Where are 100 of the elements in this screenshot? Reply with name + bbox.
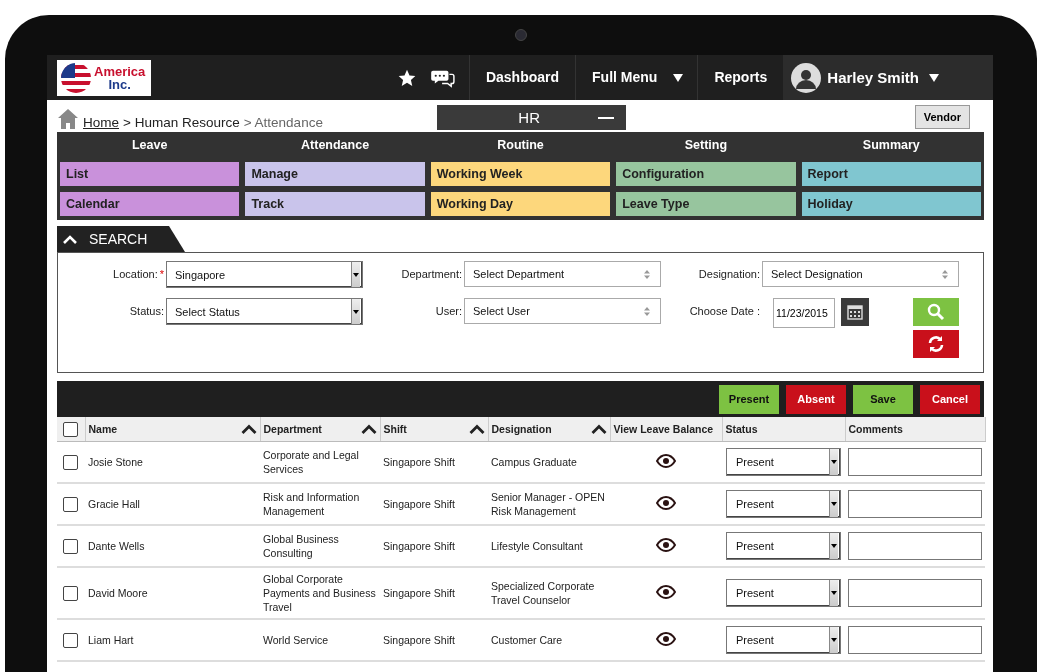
- menu-heading: Leave: [130, 137, 169, 154]
- checkbox[interactable]: [63, 538, 78, 554]
- menu-item[interactable]: Working Week: [430, 162, 611, 186]
- user-menu[interactable]: Harley Smith: [783, 55, 993, 100]
- caret-icon[interactable]: [831, 591, 837, 595]
- field-label: Department:: [400, 267, 463, 282]
- caret-icon[interactable]: [673, 73, 684, 82]
- checkbox[interactable]: [63, 632, 78, 648]
- menu-heading: Attendance: [300, 137, 371, 154]
- caret-icon[interactable]: [353, 272, 359, 277]
- camera-icon: [515, 29, 527, 41]
- menu-item[interactable]: Configuration: [616, 162, 796, 186]
- flag-globe-icon: [60, 61, 92, 94]
- action-button[interactable]: Present: [719, 384, 779, 414]
- sort-icon[interactable]: [240, 424, 257, 434]
- table-cell: Singapore Shift: [383, 540, 455, 552]
- field-label: Location: *: [112, 267, 165, 282]
- menu-item[interactable]: Calendar: [60, 192, 240, 216]
- caret-icon[interactable]: [831, 460, 837, 464]
- date-field[interactable]: 11/23/2015: [773, 298, 835, 328]
- up-down-icon[interactable]: [644, 306, 650, 316]
- eye-icon[interactable]: [656, 453, 676, 468]
- module-tab[interactable]: HR: [437, 105, 626, 130]
- chevron-up-icon[interactable]: [63, 234, 77, 244]
- checkbox[interactable]: [63, 496, 78, 512]
- logo-text: Inc.: [108, 77, 131, 91]
- status-select[interactable]: Present: [726, 532, 841, 560]
- table-cell: Singapore Shift: [383, 498, 455, 510]
- comment-field[interactable]: [848, 626, 982, 654]
- calendar-button[interactable]: [841, 298, 869, 326]
- checkbox[interactable]: [63, 421, 78, 437]
- breadcrumb-item: > Attendance: [243, 115, 323, 130]
- table-cell: Lifestyle Consultant: [491, 540, 583, 552]
- sort-icon[interactable]: [468, 424, 485, 434]
- select-field[interactable]: Singapore: [166, 261, 363, 288]
- breadcrumb-item: > Human Resource: [123, 115, 240, 130]
- caret-icon: [929, 73, 939, 82]
- select-field[interactable]: Select User: [464, 298, 661, 324]
- menu-item[interactable]: List: [60, 162, 240, 186]
- eye-icon[interactable]: [656, 537, 676, 552]
- calendar-icon[interactable]: [847, 304, 863, 320]
- reset-button[interactable]: [913, 330, 959, 358]
- sort-icon[interactable]: [360, 424, 377, 434]
- status-select[interactable]: Present: [726, 490, 841, 518]
- eye-icon[interactable]: [656, 631, 676, 646]
- column-header[interactable]: Comments: [848, 423, 903, 435]
- vendor-button[interactable]: Vendor: [914, 105, 970, 129]
- status-select[interactable]: Present: [726, 448, 841, 476]
- select-field[interactable]: Select Status: [166, 298, 363, 325]
- logo-text: America: [94, 64, 146, 78]
- eye-icon[interactable]: [656, 495, 676, 510]
- action-button[interactable]: Absent: [786, 384, 846, 414]
- status-select[interactable]: Present: [726, 626, 841, 654]
- search-tab[interactable]: SEARCH: [57, 226, 185, 252]
- menu-item[interactable]: Working Day: [430, 192, 611, 216]
- action-button[interactable]: Save: [853, 384, 913, 414]
- table-cell: World Service: [263, 634, 329, 646]
- column-header[interactable]: Name: [88, 423, 118, 435]
- table-cell: Singapore Shift: [383, 634, 455, 646]
- column-header[interactable]: Shift: [383, 423, 407, 435]
- caret-icon[interactable]: [353, 309, 359, 314]
- menu-heading: Routine: [496, 137, 545, 154]
- caret-icon[interactable]: [831, 502, 837, 506]
- comment-field[interactable]: [848, 579, 982, 607]
- nav-link[interactable]: Dashboard: [468, 55, 576, 100]
- caret-icon[interactable]: [831, 638, 837, 642]
- menu-item[interactable]: Report: [801, 162, 981, 186]
- column-header[interactable]: Status: [725, 423, 758, 435]
- select-field[interactable]: Select Department: [464, 261, 661, 287]
- nav-link[interactable]: Full Menu: [575, 55, 674, 100]
- comment-field[interactable]: [848, 490, 982, 518]
- table-cell: Dante Wells: [88, 540, 145, 552]
- eye-icon[interactable]: [656, 584, 676, 599]
- table-cell: Customer Care: [491, 634, 563, 646]
- menu-item[interactable]: Manage: [245, 162, 425, 186]
- action-button[interactable]: Cancel: [920, 384, 980, 414]
- breadcrumb-link[interactable]: Home: [83, 115, 119, 130]
- checkbox[interactable]: [63, 585, 78, 601]
- checkbox[interactable]: [63, 454, 78, 470]
- required-mark: *: [159, 268, 164, 280]
- table-cell: Senior Manager - OPEN Risk Management: [491, 491, 605, 517]
- caret-icon[interactable]: [831, 544, 837, 548]
- comment-field[interactable]: [848, 448, 982, 476]
- select-field[interactable]: Select Designation: [762, 261, 959, 287]
- table-cell: Risk and Information Management: [263, 491, 360, 517]
- table-cell: Global Business Consulting: [263, 533, 339, 559]
- comment-field[interactable]: [848, 532, 982, 560]
- home-icon[interactable]: [57, 108, 79, 130]
- field-label: Choose Date :: [688, 304, 761, 319]
- refresh-icon[interactable]: [927, 335, 945, 353]
- status-select[interactable]: Present: [726, 579, 841, 607]
- sort-icon[interactable]: [590, 424, 607, 434]
- up-down-icon[interactable]: [644, 269, 650, 279]
- menu-item[interactable]: Track: [245, 192, 425, 216]
- field-label: User:: [434, 304, 463, 319]
- menu-item[interactable]: Holiday: [801, 192, 981, 216]
- search-title: SEARCH: [89, 231, 148, 247]
- up-down-icon[interactable]: [942, 269, 948, 279]
- menu-item[interactable]: Leave Type: [616, 192, 796, 216]
- field-label: Status:: [128, 304, 165, 319]
